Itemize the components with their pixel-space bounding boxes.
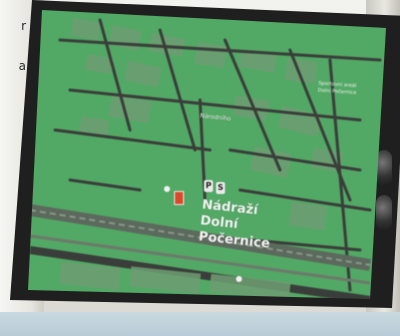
bottom-strip	[0, 312, 400, 336]
map-graphic	[28, 10, 386, 299]
parking-badge: P	[204, 180, 213, 192]
area-label: Sportovní areál Dolní Počernice	[318, 80, 363, 97]
frame-handle-bottom	[376, 195, 392, 231]
service-badge: S	[216, 182, 225, 194]
map-point	[236, 276, 242, 282]
station-label: Nádraží Dolní Počernice	[198, 197, 293, 254]
corner-text-line: a	[18, 59, 26, 73]
photo-scene: r a P S Nádraží Dolní Počernice Národníh…	[0, 0, 400, 336]
map-point	[164, 186, 170, 192]
corner-text-line: r	[21, 19, 26, 33]
map-panel: P S Nádraží Dolní Počernice Národního Sp…	[28, 10, 386, 299]
map-marker	[174, 191, 184, 205]
corner-text: r a	[0, 6, 26, 86]
